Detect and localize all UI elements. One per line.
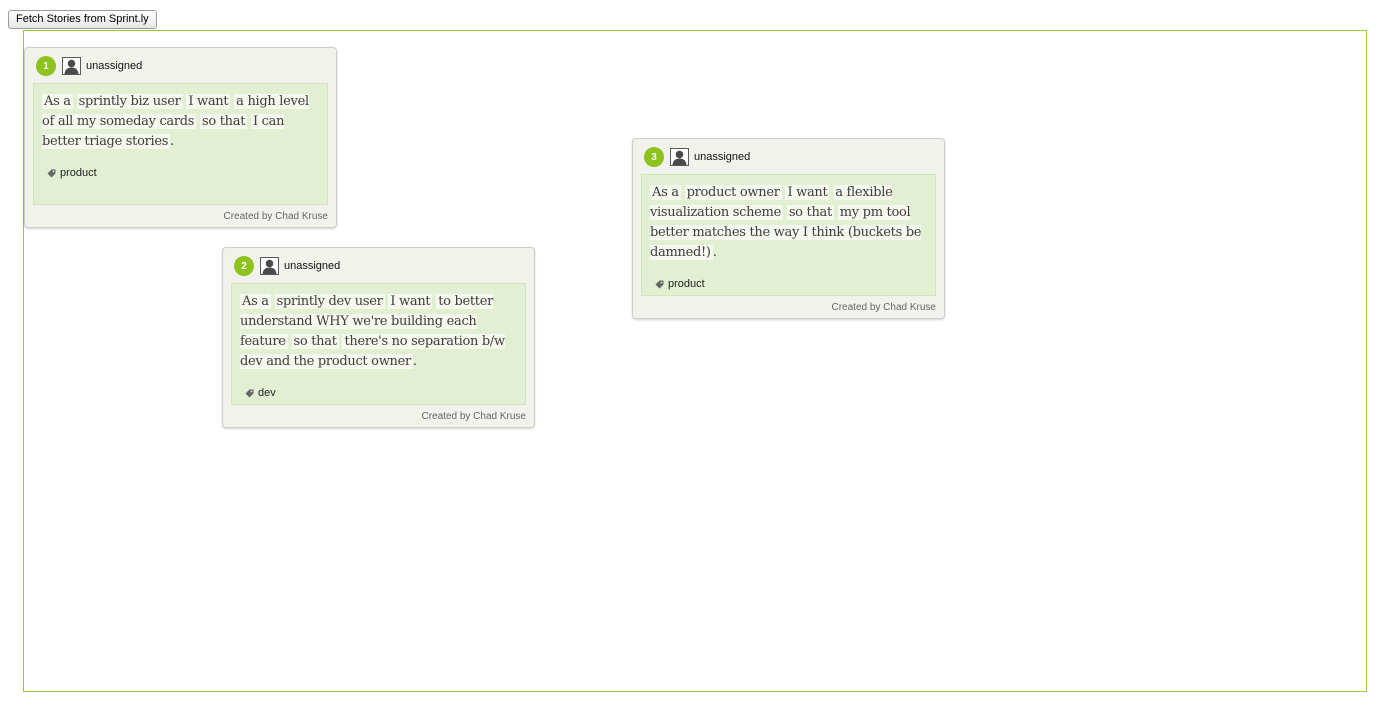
story-prefix: As a bbox=[240, 294, 271, 309]
story-prefix: As a bbox=[650, 185, 681, 200]
story-end: . bbox=[712, 245, 717, 260]
story-want-label: I want bbox=[785, 185, 830, 200]
story-prefix: As a bbox=[42, 94, 73, 109]
user-silhouette-icon bbox=[260, 257, 279, 275]
assignee-label[interactable]: unassigned bbox=[694, 151, 750, 163]
story-body: As a sprintly dev user I want to better … bbox=[231, 283, 526, 405]
story-want-label: I want bbox=[388, 294, 433, 309]
card-header: 1 unassigned bbox=[36, 56, 142, 76]
story-who[interactable]: product owner bbox=[684, 185, 782, 200]
story-text: As a sprintly dev user I want to better … bbox=[240, 292, 517, 372]
created-by-label: Created by Chad Kruse bbox=[831, 302, 936, 313]
assignee-label[interactable]: unassigned bbox=[86, 60, 142, 72]
story-number-badge: 3 bbox=[644, 147, 664, 167]
created-by-label: Created by Chad Kruse bbox=[421, 411, 526, 422]
user-silhouette-icon bbox=[670, 148, 689, 166]
story-so-label: so that bbox=[291, 334, 339, 349]
tag-row: dev bbox=[240, 387, 517, 399]
story-who[interactable]: sprintly biz user bbox=[76, 94, 183, 109]
story-card[interactable]: 3 unassigned As a product owner I want a… bbox=[632, 138, 945, 319]
user-silhouette-icon bbox=[62, 57, 81, 75]
fetch-stories-button[interactable]: Fetch Stories from Sprint.ly bbox=[8, 10, 157, 29]
tag-label[interactable]: product bbox=[60, 167, 97, 179]
story-body: As a product owner I want a flexible vis… bbox=[641, 174, 936, 296]
tag-label[interactable]: dev bbox=[258, 387, 276, 399]
card-header: 2 unassigned bbox=[234, 256, 340, 276]
tag-icon bbox=[245, 389, 254, 397]
story-so-label: so that bbox=[200, 114, 248, 129]
story-number-badge: 1 bbox=[36, 56, 56, 76]
story-end: . bbox=[412, 354, 417, 369]
story-who[interactable]: sprintly dev user bbox=[274, 294, 385, 309]
tag-row: product bbox=[42, 167, 319, 179]
story-number-badge: 2 bbox=[234, 256, 254, 276]
tag-icon bbox=[655, 280, 664, 288]
story-text: As a product owner I want a flexible vis… bbox=[650, 183, 927, 263]
story-body: As a sprintly biz user I want a high lev… bbox=[33, 83, 328, 205]
story-end: . bbox=[170, 134, 175, 149]
tag-row: product bbox=[650, 278, 927, 290]
story-want-label: I want bbox=[186, 94, 231, 109]
card-header: 3 unassigned bbox=[644, 147, 750, 167]
story-text: As a sprintly biz user I want a high lev… bbox=[42, 92, 319, 152]
story-so-label: so that bbox=[786, 205, 834, 220]
tag-label[interactable]: product bbox=[668, 278, 705, 290]
tag-icon bbox=[47, 169, 56, 177]
story-card[interactable]: 2 unassigned As a sprintly dev user I wa… bbox=[222, 247, 535, 428]
created-by-label: Created by Chad Kruse bbox=[223, 211, 328, 222]
story-card[interactable]: 1 unassigned As a sprintly biz user I wa… bbox=[24, 47, 337, 228]
assignee-label[interactable]: unassigned bbox=[284, 260, 340, 272]
